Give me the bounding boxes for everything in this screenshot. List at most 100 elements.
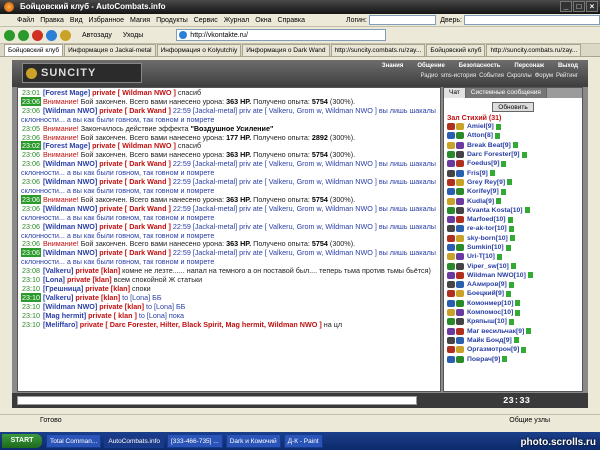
chat-timestamp[interactable]: 23:06 xyxy=(21,96,41,106)
user-list-item[interactable]: Kudla [9] xyxy=(447,196,582,205)
user-name[interactable]: Kudla xyxy=(467,198,486,205)
user-name[interactable]: Amiel xyxy=(467,123,486,130)
login-field[interactable] xyxy=(368,15,437,25)
tab-chat[interactable]: Чат xyxy=(444,88,466,98)
browser-tab[interactable]: Информация о Jackal-metal xyxy=(64,44,156,56)
chat-timestamp[interactable]: 23:06 xyxy=(21,159,41,168)
close-button[interactable]: × xyxy=(586,1,598,12)
menu-item[interactable]: Окна xyxy=(252,17,274,24)
chat-priv-text[interactable]: private [klan] xyxy=(67,275,112,284)
chat-priv-text[interactable]: private [klan] xyxy=(75,266,120,275)
chat-input[interactable] xyxy=(17,396,417,405)
info-icon[interactable] xyxy=(507,179,513,186)
user-list-item[interactable]: Fris [9] xyxy=(447,168,582,177)
menu-item[interactable]: Справка xyxy=(275,17,308,24)
chat-timestamp[interactable]: 23:06 xyxy=(21,248,41,258)
menu-item[interactable]: Правка xyxy=(37,17,67,24)
user-name[interactable]: Marfoed xyxy=(467,216,493,223)
chat-timestamp[interactable]: 23:10 xyxy=(21,320,41,329)
user-list-item[interactable]: Viper_sw [10] xyxy=(447,261,582,270)
user-name[interactable]: Кряпыш xyxy=(467,318,495,325)
game-nav-item[interactable]: Общение xyxy=(417,63,444,69)
user-list-item[interactable]: Оргазмотрон [9] xyxy=(447,345,582,354)
user-list-item[interactable]: Korifey [9] xyxy=(447,187,582,196)
chat-nick-text[interactable]: [Mag hermit] xyxy=(43,311,86,320)
game-nav-link[interactable]: Скроллы xyxy=(507,73,532,79)
user-list-item[interactable]: Grey Rey [9] xyxy=(447,178,582,187)
menu-item[interactable]: Продукты xyxy=(153,17,191,24)
chat-timestamp[interactable]: 23:06 xyxy=(21,177,41,186)
stop-icon[interactable] xyxy=(32,29,43,41)
chat-priv-text[interactable]: private [ Dark Wand ] xyxy=(99,222,171,231)
user-list-item[interactable]: Sumkin [10] xyxy=(447,243,582,252)
user-list-item[interactable]: Комонмер [10] xyxy=(447,299,582,308)
info-icon[interactable] xyxy=(495,123,501,130)
maximize-button[interactable]: □ xyxy=(573,1,585,12)
taskbar-item[interactable]: Total Comman... xyxy=(46,434,102,448)
user-name[interactable]: Комонмер xyxy=(467,300,501,307)
refresh-icon[interactable] xyxy=(46,29,57,41)
user-name[interactable]: Atton xyxy=(467,132,485,139)
chat-nick-text[interactable]: [Forest Mage] xyxy=(43,88,90,97)
doors-field[interactable] xyxy=(463,15,600,25)
info-icon[interactable] xyxy=(506,290,512,297)
info-icon[interactable] xyxy=(505,244,511,251)
user-list-item[interactable]: Компомос [10] xyxy=(447,308,582,317)
chat-priv-text[interactable]: private [ Dark Wand ] xyxy=(99,248,171,257)
browser-tab[interactable]: http://suncity.combats.ru/zay... xyxy=(486,44,582,56)
user-name[interactable]: Viper_sw xyxy=(467,263,497,270)
info-icon[interactable] xyxy=(496,198,502,205)
user-list-item[interactable]: Amiel [9] xyxy=(447,122,582,131)
user-name[interactable]: Korifey xyxy=(467,188,490,195)
refresh-button[interactable]: Обновить xyxy=(492,102,534,112)
game-nav-link[interactable]: Рейтинг xyxy=(556,73,578,79)
user-list-item[interactable]: AAмиров [9] xyxy=(447,280,582,289)
user-name[interactable]: Компомос xyxy=(467,309,501,316)
info-icon[interactable] xyxy=(508,281,514,288)
user-list-item[interactable]: Маг весильчак [9] xyxy=(447,327,582,336)
info-icon[interactable] xyxy=(507,216,513,223)
info-icon[interactable] xyxy=(521,151,527,158)
user-name[interactable]: Uri-T xyxy=(467,253,483,260)
chat-priv-text[interactable]: private [klan] xyxy=(75,293,120,302)
user-list-item[interactable]: Darc Forester [9] xyxy=(447,150,582,159)
chat-timestamp[interactable]: 23:10 xyxy=(21,275,41,284)
utility-button[interactable]: Уходы xyxy=(123,32,143,39)
user-list-item[interactable]: Foedus [9] xyxy=(447,159,582,168)
user-list-item[interactable]: Майк Бонд [9] xyxy=(447,336,582,345)
game-nav-item[interactable]: Безопасность xyxy=(459,63,501,69)
info-icon[interactable] xyxy=(526,328,532,335)
chat-timestamp[interactable]: 23:06 xyxy=(21,106,41,115)
chat-nick-text[interactable]: [Wildman NWO] xyxy=(43,222,97,231)
info-icon[interactable] xyxy=(515,309,521,316)
user-list-item[interactable]: Atton [8] xyxy=(447,131,582,140)
info-icon[interactable] xyxy=(527,272,533,279)
user-name[interactable]: Поврач xyxy=(467,356,492,363)
chat-timestamp[interactable]: 23:06 xyxy=(21,150,41,159)
start-button[interactable]: START xyxy=(2,434,42,448)
chat-priv-text[interactable]: private [ Wildman NWO ] xyxy=(92,141,176,150)
chat-nick-text[interactable]: [Wildman NWO] xyxy=(43,177,97,186)
chat-timestamp[interactable]: 23:10 xyxy=(21,292,41,302)
user-name[interactable]: Foedus xyxy=(467,160,491,167)
user-name[interactable]: Wildman NWO xyxy=(467,272,514,279)
user-name[interactable]: Оргазмотрон xyxy=(467,346,511,353)
user-list-item[interactable]: Break Beat [9] xyxy=(447,141,582,150)
user-name[interactable]: Боецкий xyxy=(467,290,496,297)
browser-tab[interactable]: Бойцовский клуб xyxy=(4,44,64,56)
info-icon[interactable] xyxy=(524,207,530,214)
browser-tab[interactable]: Информация о Dark Wand xyxy=(242,44,330,56)
autofill-button[interactable]: Автозаду xyxy=(82,32,112,39)
info-icon[interactable] xyxy=(515,300,521,307)
info-icon[interactable] xyxy=(495,132,501,139)
chat-timestamp[interactable]: 23:08 xyxy=(21,266,41,275)
taskbar-item[interactable]: AutoCombats.info xyxy=(104,434,164,448)
game-nav-item[interactable]: Выход xyxy=(558,63,578,69)
info-icon[interactable] xyxy=(512,142,518,149)
user-name[interactable]: Kvanta Kosta xyxy=(467,207,510,214)
menu-item[interactable]: Файл xyxy=(14,17,37,24)
chat-timestamp[interactable]: 23:05 xyxy=(21,124,41,133)
info-icon[interactable] xyxy=(501,160,507,167)
user-name[interactable]: sky-born xyxy=(467,235,496,242)
taskbar-item[interactable]: Д-К - Paint xyxy=(283,434,323,448)
